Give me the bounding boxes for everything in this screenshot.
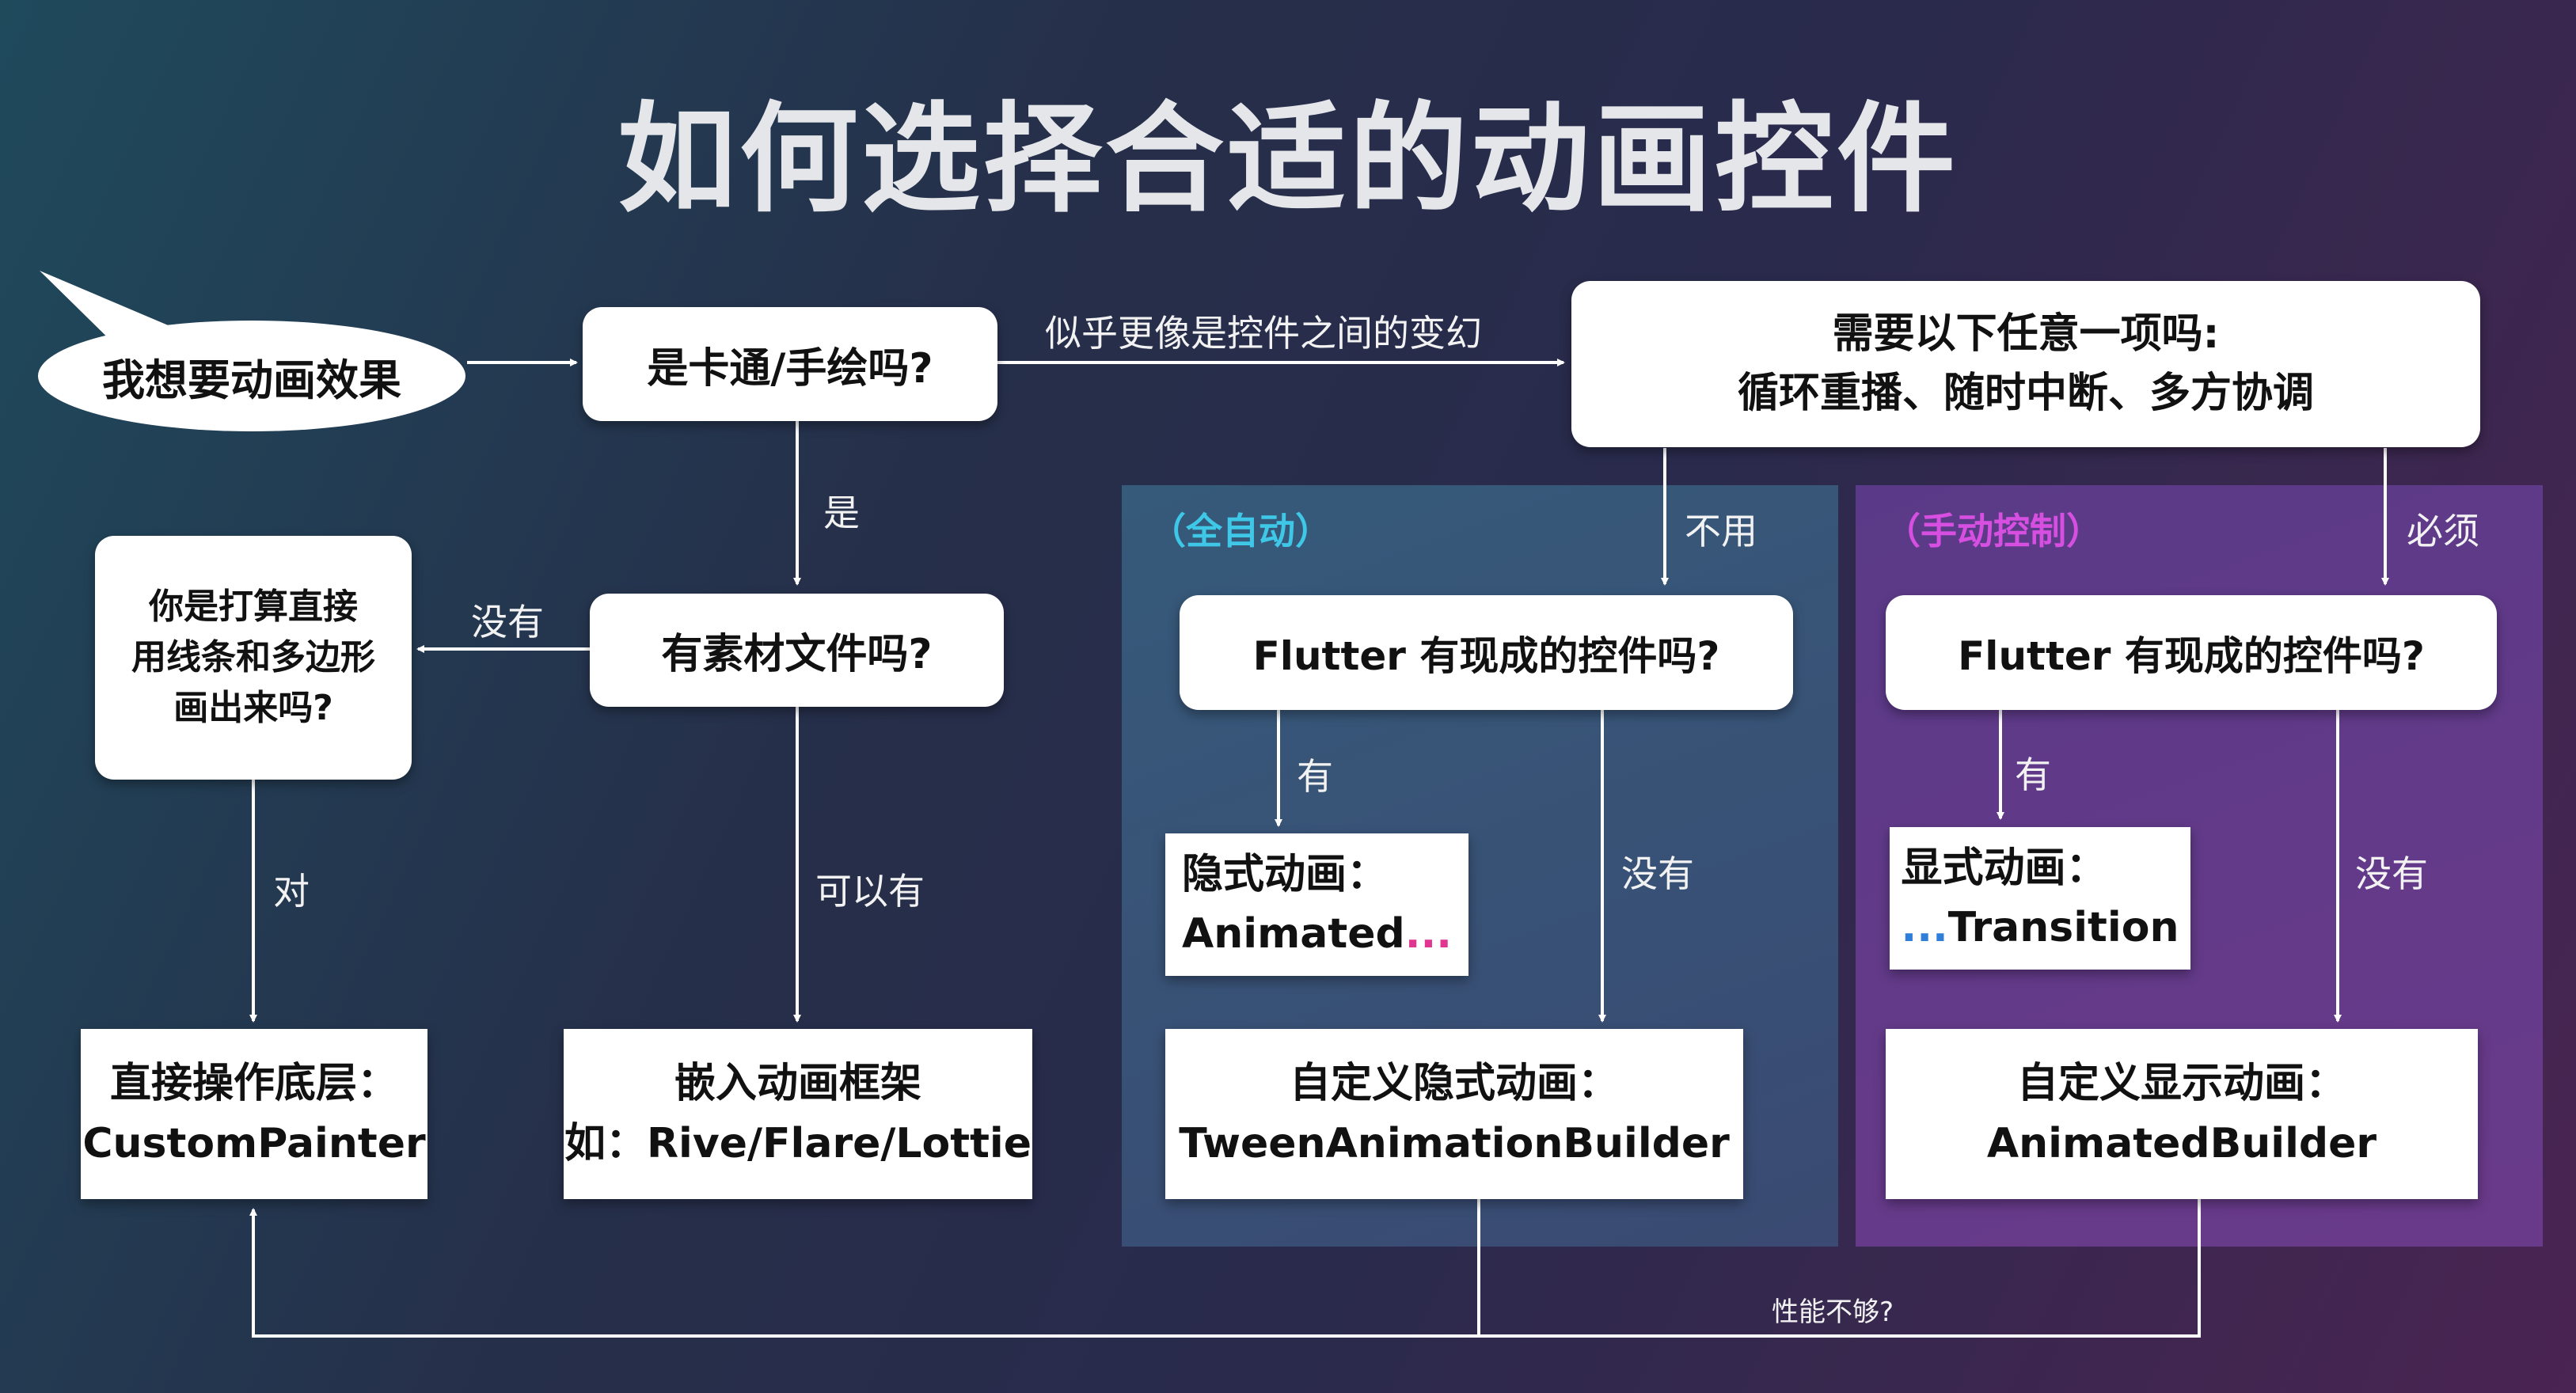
tween-line2: TweenAnimationBuilder xyxy=(1179,1119,1730,1167)
node-explicit-animation: 显式动画： ...Transition xyxy=(1890,827,2190,970)
edge-label-has-manual: 有 xyxy=(2015,753,2051,796)
node-flutter-manual: Flutter 有现成的控件吗? xyxy=(1886,595,2497,710)
draw-line3: 画出来吗? xyxy=(173,687,333,728)
node-flutter-auto: Flutter 有现成的控件吗? xyxy=(1180,595,1793,710)
painter-line1: 直接操作底层： xyxy=(109,1060,398,1108)
need-any-line1: 需要以下任意一项吗: xyxy=(1832,309,2220,358)
node-is-cartoon: 是卡通/手绘吗? xyxy=(583,307,997,421)
edge-label-none-auto: 没有 xyxy=(1621,852,1694,895)
edge-label-perf: 性能不够? xyxy=(1772,1296,1894,1328)
edge-label-yes: 是 xyxy=(823,492,860,534)
tween-line1: 自定义隐式动画： xyxy=(1289,1060,1619,1108)
edge-label-must: 必须 xyxy=(2407,510,2479,552)
edge-label-no-asset: 没有 xyxy=(471,601,544,643)
edge-label-maybe-yes: 可以有 xyxy=(815,870,925,913)
draw-line2: 用线条和多边形 xyxy=(131,637,375,678)
explicit-dots: ... xyxy=(1901,904,1948,951)
implicit-prefix: Animated xyxy=(1182,910,1405,958)
animated-builder-line2: AnimatedBuilder xyxy=(1986,1119,2377,1167)
need-any-line2: 循环重播、随时中断、多方协调 xyxy=(1737,370,2314,417)
embed-line2: 如：Rive/Flare/Lottie xyxy=(564,1119,1032,1167)
edge-label-right: 对 xyxy=(273,870,310,913)
node-tween-builder: 自定义隐式动画： TweenAnimationBuilder xyxy=(1165,1029,1743,1199)
implicit-dots: ... xyxy=(1404,910,1452,958)
node-implicit-animation: 隐式动画： Animated... xyxy=(1165,833,1468,976)
edge-label-transform: 似乎更像是控件之间的变幻 xyxy=(1045,312,1482,355)
edge-label-has-auto: 有 xyxy=(1297,755,1333,798)
node-need-any: 需要以下任意一项吗: 循环重播、随时中断、多方协调 xyxy=(1571,281,2480,447)
start-bubble: 我想要动画效果 xyxy=(38,321,465,431)
node-has-asset: 有素材文件吗? xyxy=(590,594,1004,707)
explicit-suffix: Transition xyxy=(1947,904,2179,951)
implicit-line1: 隐式动画： xyxy=(1182,850,1389,898)
node-draw-directly: 你是打算直接 用线条和多边形 画出来吗? xyxy=(95,536,412,780)
draw-line1: 你是打算直接 xyxy=(149,586,358,628)
explicit-line1: 显式动画： xyxy=(1901,844,2107,892)
edge-label-not-needed: 不用 xyxy=(1685,510,1757,552)
animated-builder-line1: 自定义显示动画： xyxy=(2016,1060,2346,1108)
node-animated-builder: 自定义显示动画： AnimatedBuilder xyxy=(1886,1029,2478,1199)
painter-line2: CustomPainter xyxy=(82,1119,426,1167)
node-custom-painter: 直接操作底层： CustomPainter xyxy=(81,1029,427,1199)
embed-line1: 嵌入动画框架 xyxy=(674,1060,921,1108)
arrow-perf-fallback xyxy=(249,1199,1480,1338)
node-embed-framework: 嵌入动画框架 如：Rive/Flare/Lottie xyxy=(564,1029,1032,1199)
edge-label-none-manual: 没有 xyxy=(2355,852,2428,895)
